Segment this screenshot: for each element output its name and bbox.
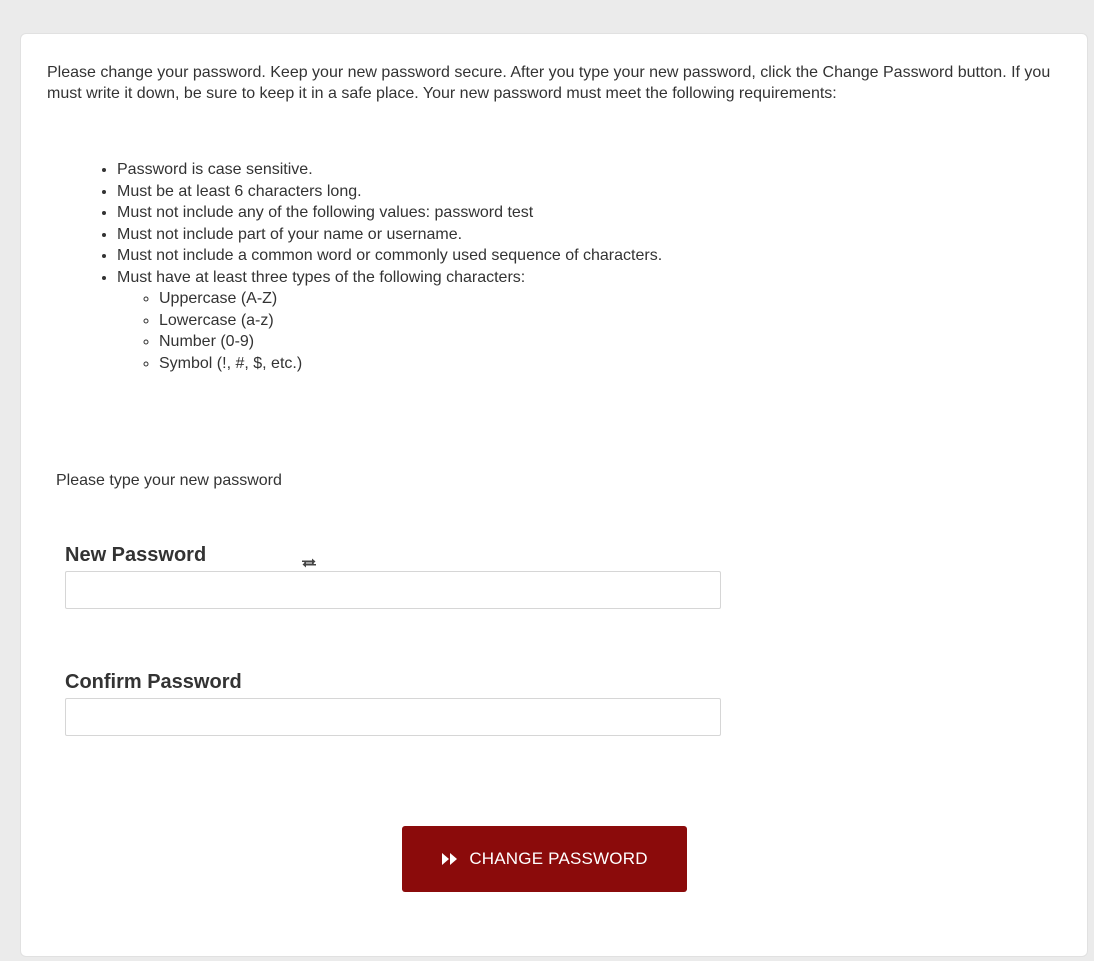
new-password-prompt: Please type your new password bbox=[56, 472, 282, 489]
requirement-character-types: Must have at least three types of the fo… bbox=[117, 267, 662, 375]
confirm-password-input[interactable] bbox=[65, 698, 721, 736]
double-chevron-right-icon bbox=[441, 852, 459, 866]
requirements-list: Password is case sensitive. Must be at l… bbox=[99, 159, 662, 374]
character-type-number: Number (0-9) bbox=[159, 331, 662, 353]
new-password-label: New Password bbox=[65, 544, 207, 566]
character-type-uppercase: Uppercase (A-Z) bbox=[159, 288, 662, 310]
requirement-character-types-text: Must have at least three types of the fo… bbox=[117, 268, 526, 286]
change-password-button-label: CHANGE PASSWORD bbox=[469, 849, 648, 868]
character-types-list: Uppercase (A-Z) Lowercase (a-z) Number (… bbox=[117, 288, 662, 374]
instructions-text: Please change your password. Keep your n… bbox=[47, 64, 1051, 102]
character-type-lowercase: Lowercase (a-z) bbox=[159, 310, 662, 332]
requirement-min-length: Must be at least 6 characters long. bbox=[117, 181, 662, 203]
change-password-panel: Please change your password. Keep your n… bbox=[20, 33, 1088, 957]
new-password-input[interactable] bbox=[65, 571, 721, 609]
requirement-forbidden-values: Must not include any of the following va… bbox=[117, 202, 662, 224]
confirm-password-label: Confirm Password bbox=[65, 671, 242, 693]
requirement-no-common-word: Must not include a common word or common… bbox=[117, 245, 662, 267]
requirement-no-name: Must not include part of your name or us… bbox=[117, 224, 662, 246]
requirement-case-sensitive: Password is case sensitive. bbox=[117, 159, 662, 181]
change-password-button[interactable]: CHANGE PASSWORD bbox=[402, 826, 687, 892]
character-type-symbol: Symbol (!, #, $, etc.) bbox=[159, 353, 662, 375]
swap-arrows-icon[interactable] bbox=[301, 556, 317, 568]
